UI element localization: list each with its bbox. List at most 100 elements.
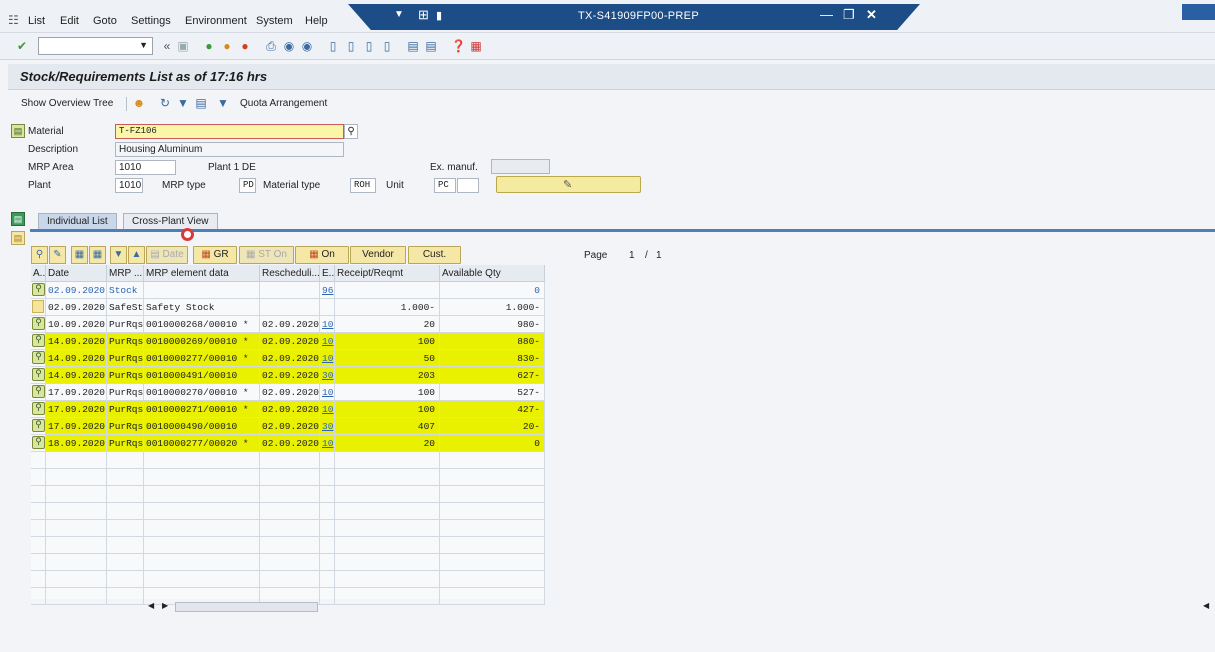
col-exception[interactable] <box>320 299 335 316</box>
col-mrp-element-data-header[interactable]: MRP element data <box>144 265 260 282</box>
tab-individual-list[interactable]: Individual List <box>38 213 117 229</box>
col-exception[interactable]: 10 <box>320 384 335 401</box>
table-row[interactable]: 02.09.2020 SafeSt Safety Stock 1.000- 1.000- <box>31 299 545 316</box>
header-toggle-icon[interactable]: ▤ <box>11 124 25 138</box>
pencil-icon[interactable]: ✎ <box>49 246 66 264</box>
first-page-icon[interactable]: ▯ <box>326 39 340 53</box>
table-row[interactable]: ⚲ 14.09.2020 PurRqs 0010000491/00010 02.09.2… <box>31 367 545 384</box>
chevron-down-icon[interactable]: ▼ <box>394 9 404 20</box>
expand-all-icon[interactable]: ▦ <box>71 246 88 264</box>
command-field[interactable]: ▼ <box>38 37 153 55</box>
vendor-button[interactable]: Vendor <box>350 246 406 264</box>
close-icon[interactable]: ✕ <box>866 7 877 23</box>
menu-help[interactable]: Help <box>305 15 328 27</box>
session-icon[interactable] <box>1182 4 1215 20</box>
menu-edit[interactable]: Edit <box>60 15 79 27</box>
table-row[interactable]: ⚲ 14.09.2020 PurRqs 0010000277/00010 * 02.09… <box>31 350 545 367</box>
col-exception[interactable]: 10 <box>320 401 335 418</box>
col-date-header[interactable]: Date <box>46 265 107 282</box>
col-action-header[interactable]: A.. <box>31 265 46 282</box>
col-exception[interactable]: 10 <box>320 333 335 350</box>
filter-icon[interactable]: ▼ <box>176 96 190 110</box>
col-receipt-reqmt-header[interactable]: Receipt/Reqmt <box>335 265 440 282</box>
scroll-left-icon[interactable]: ◀ <box>148 601 154 610</box>
shortcut-icon[interactable]: ▤ <box>424 39 438 53</box>
quota-arrangement-button[interactable]: Quota Arrangement <box>240 98 327 109</box>
horizontal-scrollbar[interactable]: ◀ ▶ ◀ <box>145 601 1215 613</box>
last-page-icon[interactable]: ▯ <box>380 39 394 53</box>
scroll-right-icon[interactable]: ▶ <box>162 601 168 610</box>
table-row[interactable]: ⚲ 14.09.2020 PurRqs 0010000269/00010 * 02.09… <box>31 333 545 350</box>
help-icon[interactable]: ❓ <box>451 39 466 53</box>
enter-icon[interactable]: ✔ <box>15 39 29 53</box>
gr-button[interactable]: ▦ GR <box>193 246 237 264</box>
scroll-end-icon[interactable]: ◀ <box>1203 601 1209 610</box>
detail-toggle-icon[interactable]: ▤ <box>11 231 25 245</box>
menu-system[interactable]: System <box>256 15 293 27</box>
col-exception[interactable]: 30 <box>320 418 335 435</box>
collapse-all-icon[interactable]: ▦ <box>89 246 106 264</box>
chevron-down-icon[interactable]: ▼ <box>139 40 148 50</box>
plant-field[interactable]: 1010 <box>115 178 143 193</box>
detail-magnifier-icon[interactable]: ⚲ <box>31 282 46 299</box>
list-settings-icon[interactable]: ▤ <box>194 96 208 110</box>
new-session-icon[interactable]: ▤ <box>406 39 420 53</box>
unit-extra-field[interactable] <box>457 178 479 193</box>
menu-environment[interactable]: Environment <box>185 15 247 27</box>
st-on-button[interactable]: ▦ ST On <box>239 246 294 264</box>
sort-desc-icon[interactable]: ▼ <box>110 246 127 264</box>
exit-icon[interactable]: ● <box>220 39 234 53</box>
menu-icon[interactable]: ☷ <box>8 13 19 27</box>
date-button[interactable]: ▤ Date <box>146 246 188 264</box>
refresh-icon[interactable]: ↻ <box>158 96 172 110</box>
cancel-icon[interactable]: ● <box>238 39 252 53</box>
col-available-qty-header[interactable]: Available Qty <box>440 265 545 282</box>
menu-goto[interactable]: Goto <box>93 15 117 27</box>
cust-button[interactable]: Cust. <box>408 246 461 264</box>
detail-magnifier-icon[interactable]: ⚲ <box>31 418 46 435</box>
menu-list[interactable]: List <box>28 15 45 27</box>
find-icon[interactable]: ◉ <box>282 39 296 53</box>
menu-settings[interactable]: Settings <box>131 15 171 27</box>
col-exception[interactable]: 30 <box>320 367 335 384</box>
detail-magnifier-icon[interactable]: ⚲ <box>31 384 46 401</box>
details-icon[interactable]: ⚲ <box>31 246 48 264</box>
save-icon[interactable]: ▣ <box>176 39 190 53</box>
show-overview-tree-button[interactable]: Show Overview Tree <box>21 98 113 109</box>
material-field[interactable]: T-FZ106 <box>115 124 344 139</box>
table-row[interactable]: ⚲ 10.09.2020 PurRqs 0010000268/00010 * 02.09… <box>31 316 545 333</box>
tab-cross-plant-view[interactable]: Cross-Plant View <box>123 213 218 229</box>
table-row[interactable]: ⚲ 17.09.2020 PurRqs 0010000490/00010 02.09.2… <box>31 418 545 435</box>
edit-material-button[interactable]: ✎ <box>496 176 641 193</box>
table-row[interactable]: ⚲ 17.09.2020 PurRqs 0010000271/00010 * 02.09… <box>31 401 545 418</box>
detail-magnifier-icon[interactable]: ⚲ <box>31 401 46 418</box>
next-page-icon[interactable]: ▯ <box>362 39 376 53</box>
sort-asc-icon[interactable]: ▲ <box>128 246 145 264</box>
col-exception-header[interactable]: E.. <box>320 265 335 282</box>
minimize-icon[interactable]: — <box>820 7 833 22</box>
on-button[interactable]: ▦ On <box>295 246 349 264</box>
detail-magnifier-icon[interactable]: ⚲ <box>31 435 46 452</box>
tree-toggle-icon[interactable]: ▤ <box>11 212 25 226</box>
col-exception[interactable]: 10 <box>320 350 335 367</box>
lightbulb-icon[interactable] <box>31 299 46 316</box>
detail-magnifier-icon[interactable]: ⚲ <box>31 333 46 350</box>
table-row[interactable]: ⚲ 18.09.2020 PurRqs 0010000277/00020 * 02.09… <box>31 435 545 452</box>
col-exception[interactable]: 10 <box>320 316 335 333</box>
restore-icon[interactable]: ❐ <box>843 7 855 23</box>
detail-magnifier-icon[interactable]: ⚲ <box>31 316 46 333</box>
search-icon[interactable]: ⚲ <box>344 124 358 139</box>
quota-icon[interactable]: ▼ <box>216 96 230 110</box>
col-exception[interactable]: 96 <box>320 282 335 299</box>
customize-icon[interactable]: ▦ <box>469 39 483 53</box>
person-icon[interactable]: ☻ <box>132 96 146 110</box>
detail-magnifier-icon[interactable]: ⚲ <box>31 367 46 384</box>
col-rescheduling-header[interactable]: Rescheduli... <box>260 265 320 282</box>
print-icon[interactable]: ⎙ <box>264 39 278 53</box>
table-row[interactable]: ⚲ 02.09.2020 Stock 96 0 <box>31 282 545 299</box>
detail-magnifier-icon[interactable]: ⚲ <box>31 350 46 367</box>
scroll-thumb[interactable] <box>175 602 318 612</box>
back-icon[interactable]: ● <box>202 39 216 53</box>
collapse-icon[interactable]: « <box>160 39 174 53</box>
prev-page-icon[interactable]: ▯ <box>344 39 358 53</box>
